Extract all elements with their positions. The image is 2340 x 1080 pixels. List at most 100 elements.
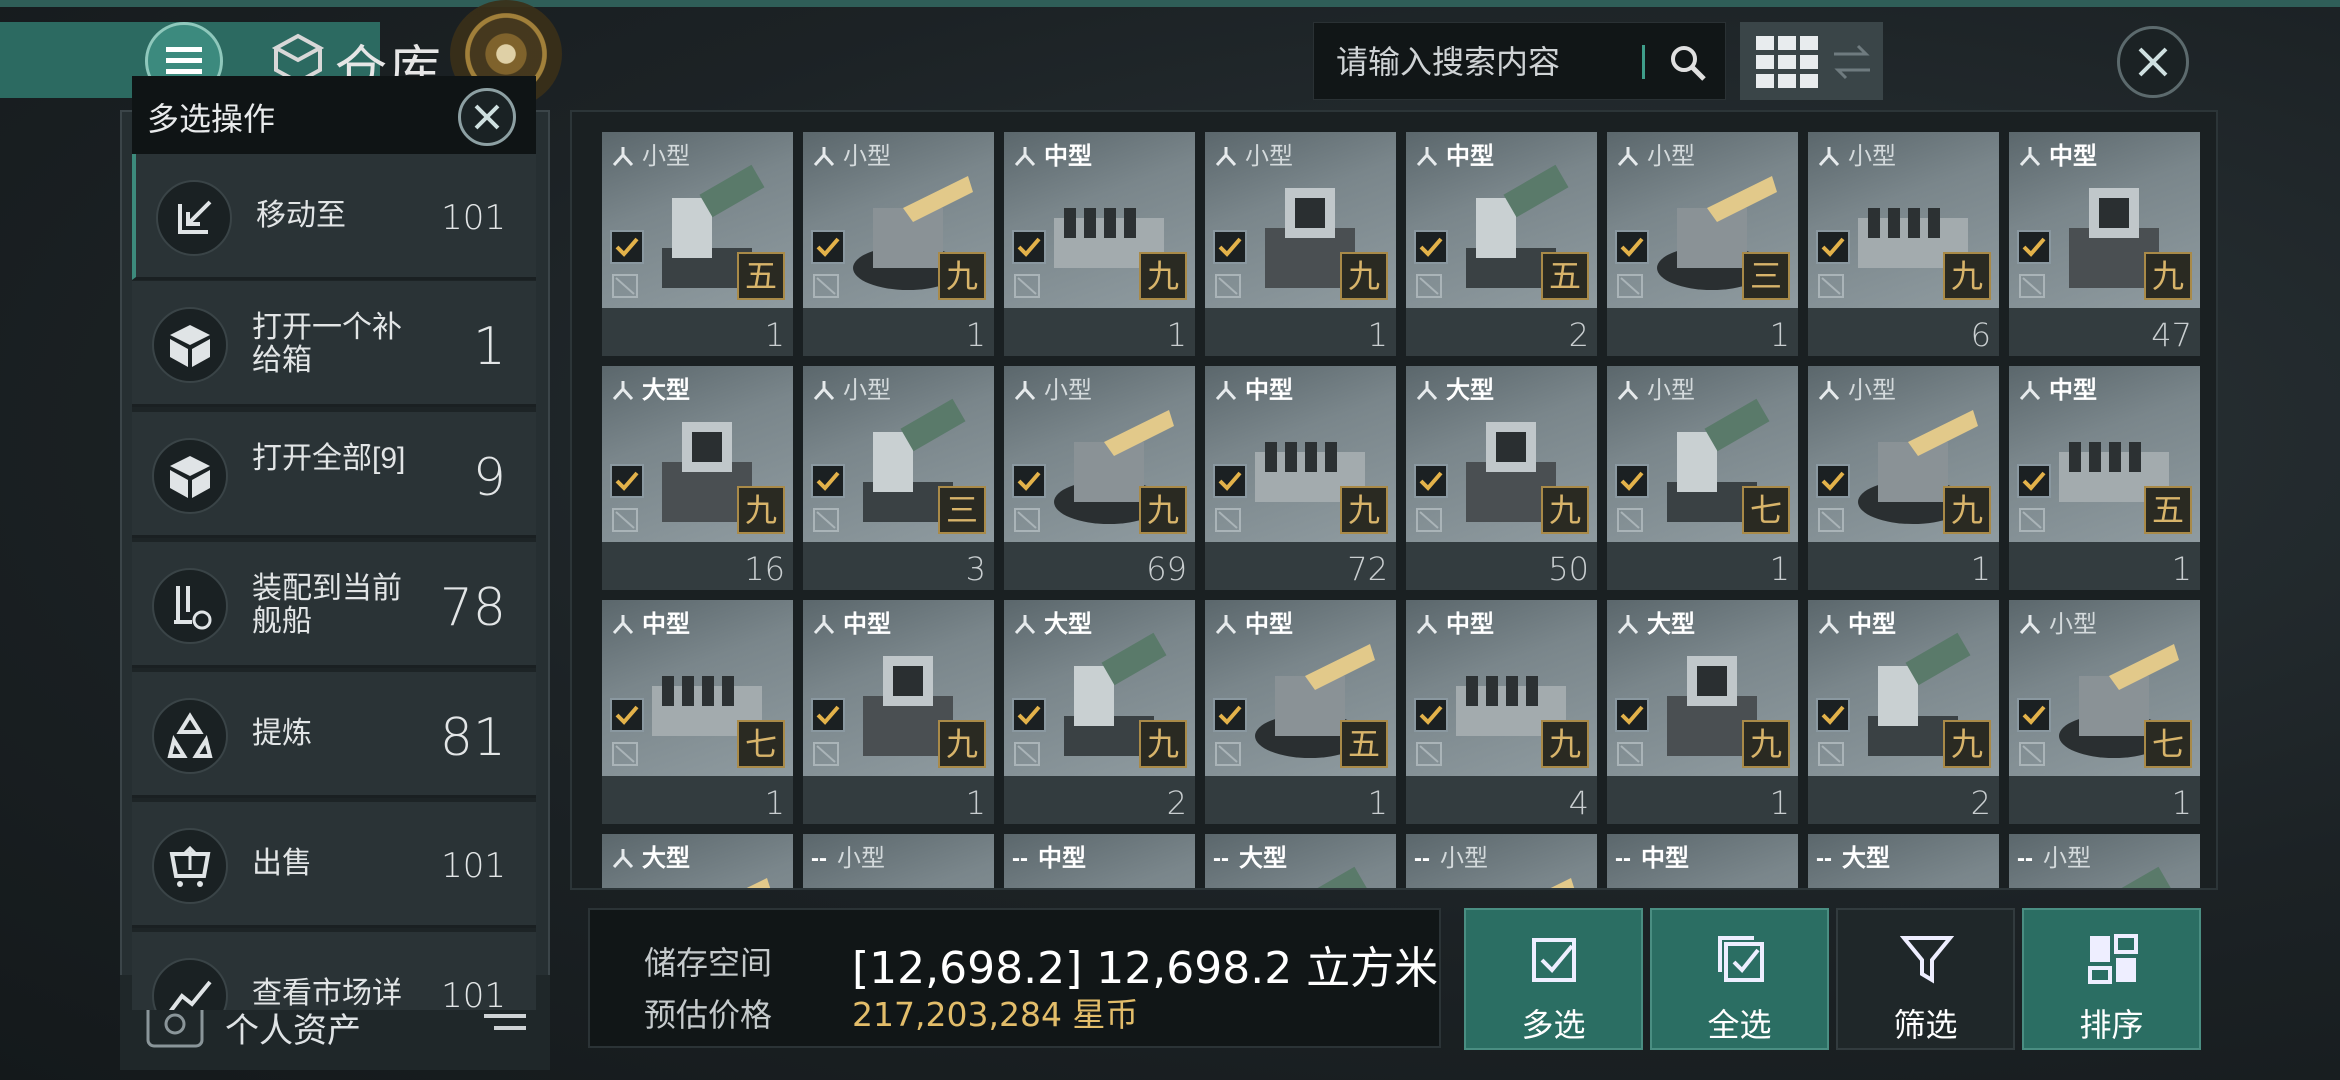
select-checkbox[interactable] [610, 464, 644, 498]
item-card[interactable]: 中型九 47 [2009, 132, 2200, 356]
item-size-label: -- 小型 [1414, 845, 1488, 872]
multi-select-item[interactable]: 装配到当前舰船 78 [132, 542, 536, 668]
select-checkbox[interactable] [811, 230, 845, 264]
item-card[interactable]: 中型七 1 [602, 600, 793, 824]
search-icon[interactable] [1666, 41, 1710, 85]
item-card[interactable]: -- 中型 [1004, 834, 1195, 888]
grid-view-icon[interactable] [1756, 36, 1818, 88]
item-card[interactable]: 小型五 1 [602, 132, 793, 356]
item-count: 47 [2151, 316, 2192, 354]
grade-badge: 九 [737, 486, 785, 534]
item-card[interactable]: 中型九 2 [1808, 600, 1999, 824]
select-checkbox[interactable] [1615, 464, 1649, 498]
multi-select-item[interactable]: 出售 101 [132, 802, 536, 928]
item-card[interactable]: 大型九 50 [1406, 366, 1597, 590]
select-checkbox[interactable] [1414, 464, 1448, 498]
item-card[interactable]: -- 大型 [1808, 834, 1999, 888]
select-checkbox[interactable] [610, 698, 644, 732]
item-card[interactable]: 小型九 1 [803, 132, 994, 356]
item-card[interactable]: 中型九 72 [1205, 366, 1396, 590]
sort-lines-icon[interactable] [480, 1008, 530, 1038]
select-checkbox[interactable] [1816, 698, 1850, 732]
sort-label: 排序 [2079, 1007, 2144, 1043]
select-all-button[interactable]: 全选 [1650, 908, 1829, 1050]
item-card[interactable]: 中型九 1 [1004, 132, 1195, 356]
select-checkbox[interactable] [1012, 230, 1046, 264]
sort-button[interactable]: 排序 [2022, 908, 2201, 1050]
item-count: 1 [1367, 784, 1388, 822]
filter-button[interactable]: 筛选 [1836, 908, 2015, 1050]
item-size-label: 小型 [811, 370, 891, 405]
item-size-label: 中型 [1213, 604, 1293, 639]
multi-select-item[interactable]: 打开全部[9] 9 [132, 412, 536, 538]
select-checkbox[interactable] [2017, 230, 2051, 264]
item-card[interactable]: 小型七 1 [1607, 366, 1798, 590]
search-input[interactable] [1336, 40, 1636, 84]
item-count: 3 [965, 550, 986, 588]
item-card[interactable]: 小型三 1 [1607, 132, 1798, 356]
select-checkbox[interactable] [1816, 464, 1850, 498]
multi-select-item[interactable]: 打开一个补给箱 1 [132, 281, 536, 407]
select-checkbox[interactable] [1816, 230, 1850, 264]
lock-icon [1416, 274, 1442, 298]
ship-size-icon [612, 381, 634, 401]
select-checkbox[interactable] [1213, 230, 1247, 264]
item-card[interactable]: 小型九 1 [1205, 132, 1396, 356]
item-card[interactable]: 大型九 1 [1607, 600, 1798, 824]
select-checkbox[interactable] [1012, 464, 1046, 498]
multi-select-close-button[interactable] [458, 88, 516, 146]
item-card[interactable]: -- 小型 [1406, 834, 1597, 888]
item-card[interactable]: -- 中型 [1607, 834, 1798, 888]
multi-select-header: 多选操作 [132, 76, 536, 154]
select-checkbox[interactable] [1615, 698, 1649, 732]
item-size-label: -- 小型 [2017, 845, 2091, 872]
select-checkbox[interactable] [811, 464, 845, 498]
item-card[interactable]: 中型九 4 [1406, 600, 1597, 824]
select-checkbox[interactable] [1213, 464, 1247, 498]
item-card[interactable]: 中型五 1 [1205, 600, 1396, 824]
grade-badge: 九 [2144, 252, 2192, 300]
item-card[interactable]: 小型九 69 [1004, 366, 1195, 590]
checkmark-icon [1419, 705, 1443, 725]
item-card[interactable]: 大型九 2 [1004, 600, 1195, 824]
item-card[interactable]: 小型三 3 [803, 366, 994, 590]
ship-size-icon [2019, 147, 2041, 167]
select-checkbox[interactable] [2017, 698, 2051, 732]
select-checkbox[interactable] [1615, 230, 1649, 264]
item-card[interactable]: 大型 [602, 834, 793, 888]
checkmark-icon [1017, 237, 1041, 257]
item-count: 6 [1970, 316, 1991, 354]
item-card[interactable]: -- 小型 [2009, 834, 2200, 888]
multi-select-item-count: 9 [472, 448, 506, 508]
item-card[interactable]: 中型五 1 [2009, 366, 2200, 590]
item-card[interactable]: 大型九 16 [602, 366, 793, 590]
lock-icon [813, 742, 839, 766]
multi-select-button[interactable]: 多选 [1464, 908, 1643, 1050]
select-checkbox[interactable] [2017, 464, 2051, 498]
item-count: 1 [1769, 784, 1790, 822]
item-card[interactable]: -- 小型 [803, 834, 994, 888]
select-checkbox[interactable] [1414, 698, 1448, 732]
select-checkbox[interactable] [811, 698, 845, 732]
item-card[interactable]: 小型九 6 [1808, 132, 1999, 356]
grade-badge: 九 [1943, 720, 1991, 768]
select-checkbox[interactable] [1213, 698, 1247, 732]
lock-icon [1617, 274, 1643, 298]
swap-icon[interactable] [1832, 40, 1872, 84]
multi-select-item[interactable]: 查看市场详情 101 [132, 932, 536, 1010]
checkmark-icon [1821, 237, 1845, 257]
select-checkbox[interactable] [1414, 230, 1448, 264]
multi-select-item[interactable]: 移动至 101 [132, 154, 536, 280]
select-checkbox[interactable] [610, 230, 644, 264]
item-card[interactable]: 中型九 1 [803, 600, 994, 824]
item-card[interactable]: 小型九 1 [1808, 366, 1999, 590]
multi-select-item[interactable]: 提炼 81 [132, 672, 536, 798]
top-accent-line [0, 0, 2340, 7]
item-card[interactable]: 中型五 2 [1406, 132, 1597, 356]
item-card[interactable]: -- 大型 [1205, 834, 1396, 888]
select-checkbox[interactable] [1012, 698, 1046, 732]
lock-icon [1215, 742, 1241, 766]
close-button[interactable] [2117, 26, 2189, 98]
item-card[interactable]: 小型七 1 [2009, 600, 2200, 824]
multi-select-label: 多选 [1521, 1007, 1586, 1043]
